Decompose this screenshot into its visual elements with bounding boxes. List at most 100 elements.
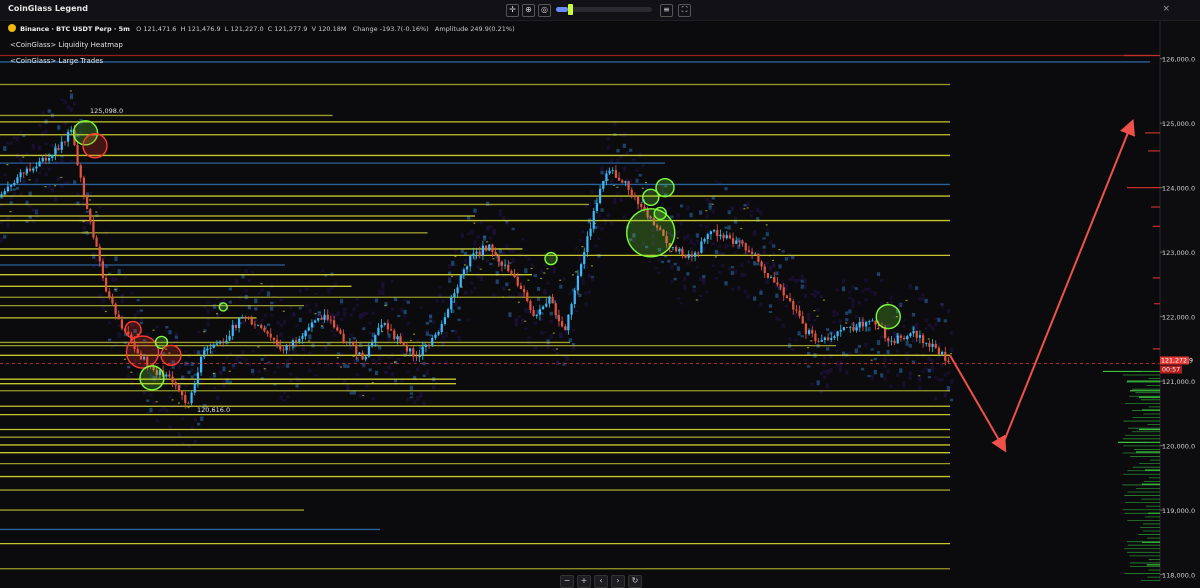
heat-cell <box>753 296 757 301</box>
time-range-slider[interactable] <box>556 4 652 15</box>
candle-body <box>709 231 713 235</box>
heat-cell <box>235 281 239 285</box>
heat-cell <box>797 331 801 336</box>
candle-body <box>472 253 475 257</box>
candle-body <box>63 141 67 143</box>
heat-cell <box>101 298 105 303</box>
heat-cell <box>902 324 906 328</box>
candle-body <box>364 356 367 360</box>
heat-speck <box>336 357 339 359</box>
heat-cell <box>800 274 804 279</box>
heat-cell <box>889 295 893 300</box>
candle-body <box>288 345 291 347</box>
heat-cell <box>540 318 544 321</box>
fullscreen-icon[interactable]: ⛶ <box>678 4 691 17</box>
candle-body <box>345 341 348 343</box>
candle-body <box>298 338 301 342</box>
heat-cell <box>3 173 7 177</box>
heat-cell <box>127 365 131 368</box>
candle-body <box>291 340 295 346</box>
heat-cell <box>908 343 912 348</box>
heat-cell <box>349 391 353 395</box>
candle-body <box>757 253 760 262</box>
candle-body <box>228 335 231 341</box>
candle-body <box>389 329 393 331</box>
amplitude-value: 249.9(0.21%) <box>470 25 515 33</box>
heat-cell <box>73 180 77 184</box>
zoom-in-button[interactable]: + <box>577 575 591 588</box>
heat-speck <box>260 283 263 285</box>
low-label: L <box>224 25 229 33</box>
heatmap-chart[interactable]: 125,098.0 120,616.0 118,000.0 119,000.0 120… <box>0 20 1200 582</box>
heat-cell <box>654 267 658 270</box>
heat-cell <box>406 397 410 402</box>
scroll-left-button[interactable]: ‹ <box>594 575 608 588</box>
heat-cell <box>787 278 792 281</box>
heat-cell <box>31 208 35 213</box>
heat-cell <box>451 329 455 332</box>
heat-cell <box>181 417 185 420</box>
candle-body <box>285 345 288 351</box>
heat-cell <box>238 356 242 359</box>
heat-cell <box>108 321 112 325</box>
close-icon[interactable]: × <box>1162 4 1170 14</box>
candle-body <box>595 203 599 211</box>
heat-cell <box>841 279 846 283</box>
heat-cell <box>765 261 769 265</box>
heat-cell <box>778 318 782 321</box>
candle-body <box>358 352 361 355</box>
zoom-icon[interactable]: ⊕ <box>522 4 535 17</box>
heat-cell <box>711 209 715 214</box>
heat-cell <box>679 221 684 226</box>
heat-cell <box>308 334 312 340</box>
chart-area[interactable]: 125,098.0 120,616.0 118,000.0 119,000.0 120… <box>0 20 1200 582</box>
candle-body <box>795 309 798 311</box>
heat-cell <box>165 408 169 413</box>
heat-cell <box>196 330 201 334</box>
zoom-out-button[interactable]: − <box>560 575 574 588</box>
candle-body <box>294 340 298 342</box>
heat-cell <box>759 290 763 295</box>
candle-body <box>22 172 25 174</box>
candle-body <box>706 234 709 239</box>
heat-cell <box>454 329 458 335</box>
scroll-right-button[interactable]: › <box>611 575 625 588</box>
indicator-large-trades[interactable]: <CoinGlass> Large Trades <box>10 57 103 65</box>
candle-body <box>450 297 453 310</box>
heat-cell <box>902 381 906 384</box>
slider-knob[interactable] <box>567 4 573 15</box>
candle-body <box>681 249 684 255</box>
heat-cell <box>714 179 719 183</box>
candle-body <box>180 390 184 396</box>
heat-cell <box>273 301 277 304</box>
heat-cell <box>413 400 417 405</box>
candle-body <box>934 343 937 348</box>
reset-button[interactable]: ↻ <box>628 575 642 588</box>
indicator-liquidity-heatmap[interactable]: <CoinGlass> Liquidity Heatmap <box>10 41 123 49</box>
heat-cell <box>718 270 722 274</box>
candle-body <box>557 315 561 322</box>
heat-cell <box>816 290 820 295</box>
heat-cell <box>482 235 487 238</box>
heat-cell <box>212 349 217 353</box>
binance-logo-icon <box>8 24 16 32</box>
heat-speck <box>54 185 57 187</box>
candle-body <box>82 177 86 196</box>
sort-lines-icon[interactable]: ≡ <box>660 4 673 17</box>
candle-body <box>687 254 690 258</box>
crosshair-icon[interactable]: ✛ <box>506 4 519 17</box>
candle-body <box>944 351 947 361</box>
heat-cell <box>883 358 887 362</box>
heat-cell <box>19 158 23 163</box>
heat-cell <box>810 292 814 296</box>
heat-cell <box>679 302 684 305</box>
eye-icon[interactable]: ◎ <box>538 4 551 17</box>
candle-body <box>304 330 307 337</box>
heat-cell <box>657 271 661 275</box>
top-toolbar: CoinGlass Legend ✛ ⊕ ◎ ≡ ⛶ × <box>0 0 1200 21</box>
heat-cell <box>673 262 677 266</box>
heat-cell <box>702 247 706 252</box>
heat-cell <box>425 321 429 325</box>
heat-speck <box>524 320 527 322</box>
heat-cell <box>206 322 210 327</box>
